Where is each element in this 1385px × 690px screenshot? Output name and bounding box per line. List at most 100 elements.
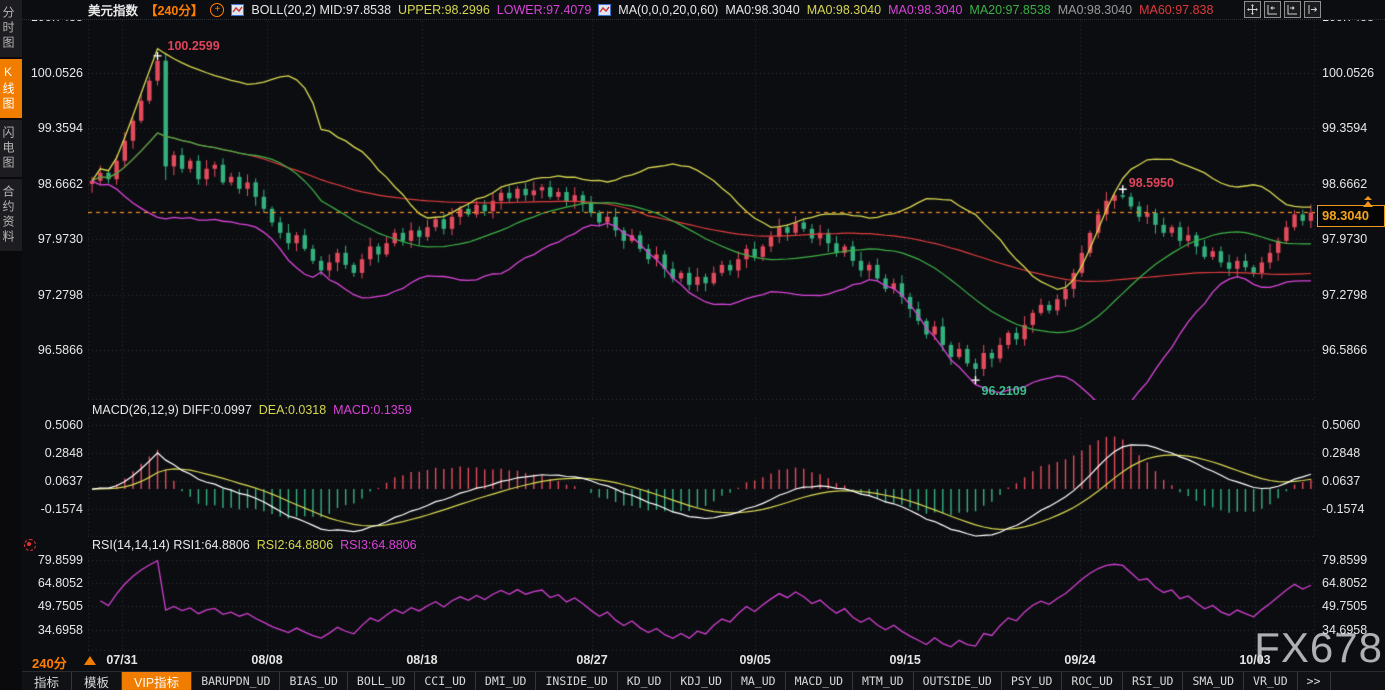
ma-value: MA60:97.838 (1139, 3, 1213, 17)
symbol-title: 美元指数 (88, 0, 138, 19)
toolbar-button-BARUPDN_UD[interactable]: BARUPDN_UD (192, 672, 280, 690)
price-axis-label: 97.2798 (38, 288, 83, 302)
price-axis-label: 98.6662 (38, 177, 83, 191)
chart-type-sidebar: 分时图K线图闪电图合约资料 (0, 0, 22, 690)
toolbar-button-MTM_UD[interactable]: MTM_UD (853, 672, 914, 690)
sidebar-tab-K线图[interactable]: K线图 (0, 59, 22, 118)
toolbar-button-MACD_UD[interactable]: MACD_UD (786, 672, 853, 690)
add-indicator-icon[interactable]: + (210, 3, 224, 17)
toolbar-button-BIAS_UD[interactable]: BIAS_UD (280, 672, 347, 690)
date-label-09/15: 09/15 (890, 653, 921, 667)
rsi1-value: RSI1:64.8806 (173, 538, 249, 552)
macd-diff-value: DIFF:0.0997 (182, 403, 251, 417)
price-axis-label: 64.8052 (38, 576, 83, 590)
toolbar-button->>[interactable]: >> (1298, 672, 1331, 690)
price-axis-label: 99.3594 (1322, 121, 1367, 135)
toolbar-button-OUTSIDE_UD[interactable]: OUTSIDE_UD (914, 672, 1002, 690)
toolbar-button-CCI_UD[interactable]: CCI_UD (415, 672, 476, 690)
price-axis-label: 0.0637 (1322, 474, 1360, 488)
sidebar-tab-分时图[interactable]: 分时图 (0, 0, 22, 57)
price-axis-label: 99.3594 (38, 121, 83, 135)
toolbar-button-BOLL_UD[interactable]: BOLL_UD (348, 672, 415, 690)
rsi-chart[interactable] (88, 553, 1315, 651)
price-axis-label: 79.8599 (38, 553, 83, 567)
toolbar-button-RSI_UD[interactable]: RSI_UD (1123, 672, 1184, 690)
sidebar-tab-合约资料[interactable]: 合约资料 (0, 179, 22, 251)
chart-tool-icons (1244, 1, 1321, 18)
boll-values: BOLL(20,2) MID:97.8538 (251, 3, 391, 17)
rsi-panel-header: RSI(14,14,14) RSI1:64.8806 RSI2:64.8806 … (92, 538, 417, 552)
price-axis-label: 49.7505 (38, 599, 83, 613)
toolbar-button-ROC_UD[interactable]: ROC_UD (1062, 672, 1123, 690)
price-axis-label: 49.7505 (1322, 599, 1367, 613)
ma-value: MA0:98.3040 (807, 3, 881, 17)
time-axis-row: 240分 07/31 08/08 08/18 08/27 09/05 09/15 09/24… (22, 651, 1385, 672)
price-annotation: 96.2109 (982, 384, 1027, 398)
price-annotation: 98.5950 (1129, 176, 1174, 190)
indicator-toolbar: 指标模板VIP指标BARUPDN_UDBIAS_UDBOLL_UDCCI_UDD… (22, 671, 1385, 690)
period-dropdown-arrow-icon[interactable] (84, 656, 96, 665)
candlestick-chart[interactable] (88, 17, 1315, 400)
zoom-in-horizontal-icon[interactable] (1264, 1, 1281, 18)
date-label-08/08: 08/08 (251, 653, 282, 667)
date-label-09/24: 09/24 (1064, 653, 1095, 667)
boll-lower-value: LOWER:97.4079 (497, 3, 592, 17)
rsi-title: RSI(14,14,14) (92, 538, 170, 552)
macd-dea-value: DEA:0.0318 (259, 403, 326, 417)
boll-settings-icon[interactable] (231, 4, 244, 16)
macd-chart[interactable] (88, 418, 1315, 537)
price-axis-label: 100.0526 (31, 66, 83, 80)
price-axis-label: 34.6958 (1322, 623, 1367, 637)
date-label-10/03: 10/03 (1239, 653, 1270, 667)
price-axis-label: 0.0637 (45, 474, 83, 488)
macd-panel-header: MACD(26,12,9) DIFF:0.0997 DEA:0.0318 MAC… (92, 403, 412, 417)
ma-settings-label: MA(0,0,0,20,0,60) (618, 3, 718, 17)
move-chart-icon[interactable] (1244, 1, 1261, 18)
rsi3-value: RSI3:64.8806 (340, 538, 416, 552)
toolbar-button-VR_UD[interactable]: VR_UD (1244, 672, 1298, 690)
toolbar-button-INSIDE_UD[interactable]: INSIDE_UD (536, 672, 617, 690)
toolbar-button-指标[interactable]: 指标 (22, 672, 72, 690)
price-axis-label: 97.9730 (1322, 232, 1367, 246)
period-badge: 【240分】 (145, 0, 203, 19)
live-blink-icon (24, 539, 36, 551)
toolbar-button-SMA_UD[interactable]: SMA_UD (1183, 672, 1244, 690)
price-axis-label: -0.1574 (1322, 502, 1364, 516)
toolbar-button-PSY_UD[interactable]: PSY_UD (1002, 672, 1063, 690)
macd-title: MACD(26,12,9) (92, 403, 179, 417)
trading-app-window: 分时图K线图闪电图合约资料 美元指数 【240分】 + BOLL(20,2) M… (0, 0, 1385, 690)
price-axis-label: 96.5866 (38, 343, 83, 357)
rsi2-value: RSI2:64.8806 (257, 538, 333, 552)
macd-macd-value: MACD:0.1359 (333, 403, 412, 417)
price-axis-label: 97.2798 (1322, 288, 1367, 302)
toolbar-button-MA_UD[interactable]: MA_UD (732, 672, 786, 690)
sidebar-tab-闪电图[interactable]: 闪电图 (0, 120, 22, 177)
current-price-tag: 98.3040 (1317, 205, 1385, 227)
toolbar-button-KD_UD[interactable]: KD_UD (618, 672, 672, 690)
ma-value: MA0:98.3040 (1058, 3, 1132, 17)
toolbar-button-VIP指标[interactable]: VIP指标 (122, 672, 192, 690)
date-label-08/27: 08/27 (576, 653, 607, 667)
price-axis-label: 0.2848 (45, 446, 83, 460)
date-label-08/18: 08/18 (406, 653, 437, 667)
price-axis-label: 64.8052 (1322, 576, 1367, 590)
price-axis-label: -0.1574 (41, 502, 83, 516)
toolbar-button-模板[interactable]: 模板 (72, 672, 122, 690)
go-to-latest-icon[interactable] (1304, 1, 1321, 18)
price-axis-label: 0.5060 (1322, 418, 1360, 432)
price-axis-label: 97.9730 (38, 232, 83, 246)
ma-values-group: MA0:98.3040MA0:98.3040MA0:98.3040MA20:97… (725, 3, 1213, 17)
ma-settings-icon[interactable] (598, 4, 611, 16)
date-label-07/31: 07/31 (106, 653, 137, 667)
price-axis-label: 98.6662 (1322, 177, 1367, 191)
ma-value: MA0:98.3040 (725, 3, 799, 17)
date-label-09/05: 09/05 (739, 653, 770, 667)
toolbar-button-KDJ_UD[interactable]: KDJ_UD (671, 672, 732, 690)
price-axis-label: 0.5060 (45, 418, 83, 432)
ma-value: MA0:98.3040 (888, 3, 962, 17)
toolbar-button-DMI_UD[interactable]: DMI_UD (476, 672, 537, 690)
zoom-out-horizontal-icon[interactable] (1284, 1, 1301, 18)
scroll-up-price-icon[interactable] (1360, 196, 1376, 208)
period-selector[interactable]: 240分 (32, 653, 67, 672)
price-axis-label: 96.5866 (1322, 343, 1367, 357)
